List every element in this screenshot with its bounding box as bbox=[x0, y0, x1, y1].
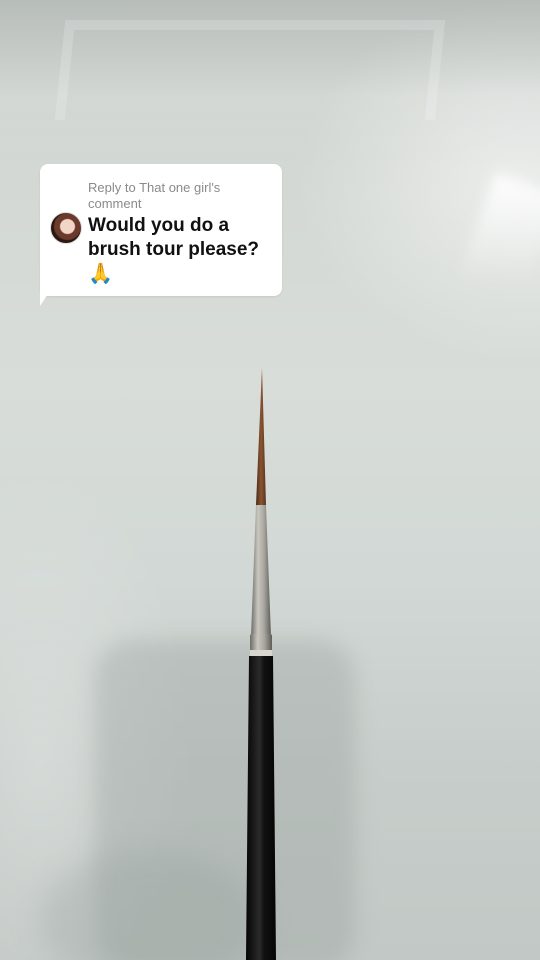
user-avatar-icon bbox=[50, 212, 82, 244]
brush-bristles bbox=[256, 368, 266, 505]
ferrule-ring bbox=[250, 634, 272, 652]
video-frame: Reply to That one girl's comment Would y… bbox=[0, 0, 540, 960]
comment-text: Would you do a brush tour please? 🙏 bbox=[88, 214, 278, 287]
brush-handle bbox=[246, 656, 276, 960]
reply-header: Reply to That one girl's comment bbox=[88, 180, 221, 211]
paintbrush-image bbox=[246, 368, 276, 960]
reply-bubble-tail bbox=[40, 282, 56, 306]
brush-ferrule bbox=[251, 505, 271, 636]
folded-hands-icon: 🙏 bbox=[88, 263, 113, 285]
comment-body: Would you do a brush tour please? bbox=[88, 215, 260, 260]
reply-comment-sticker[interactable]: Reply to That one girl's comment Would y… bbox=[40, 164, 282, 296]
